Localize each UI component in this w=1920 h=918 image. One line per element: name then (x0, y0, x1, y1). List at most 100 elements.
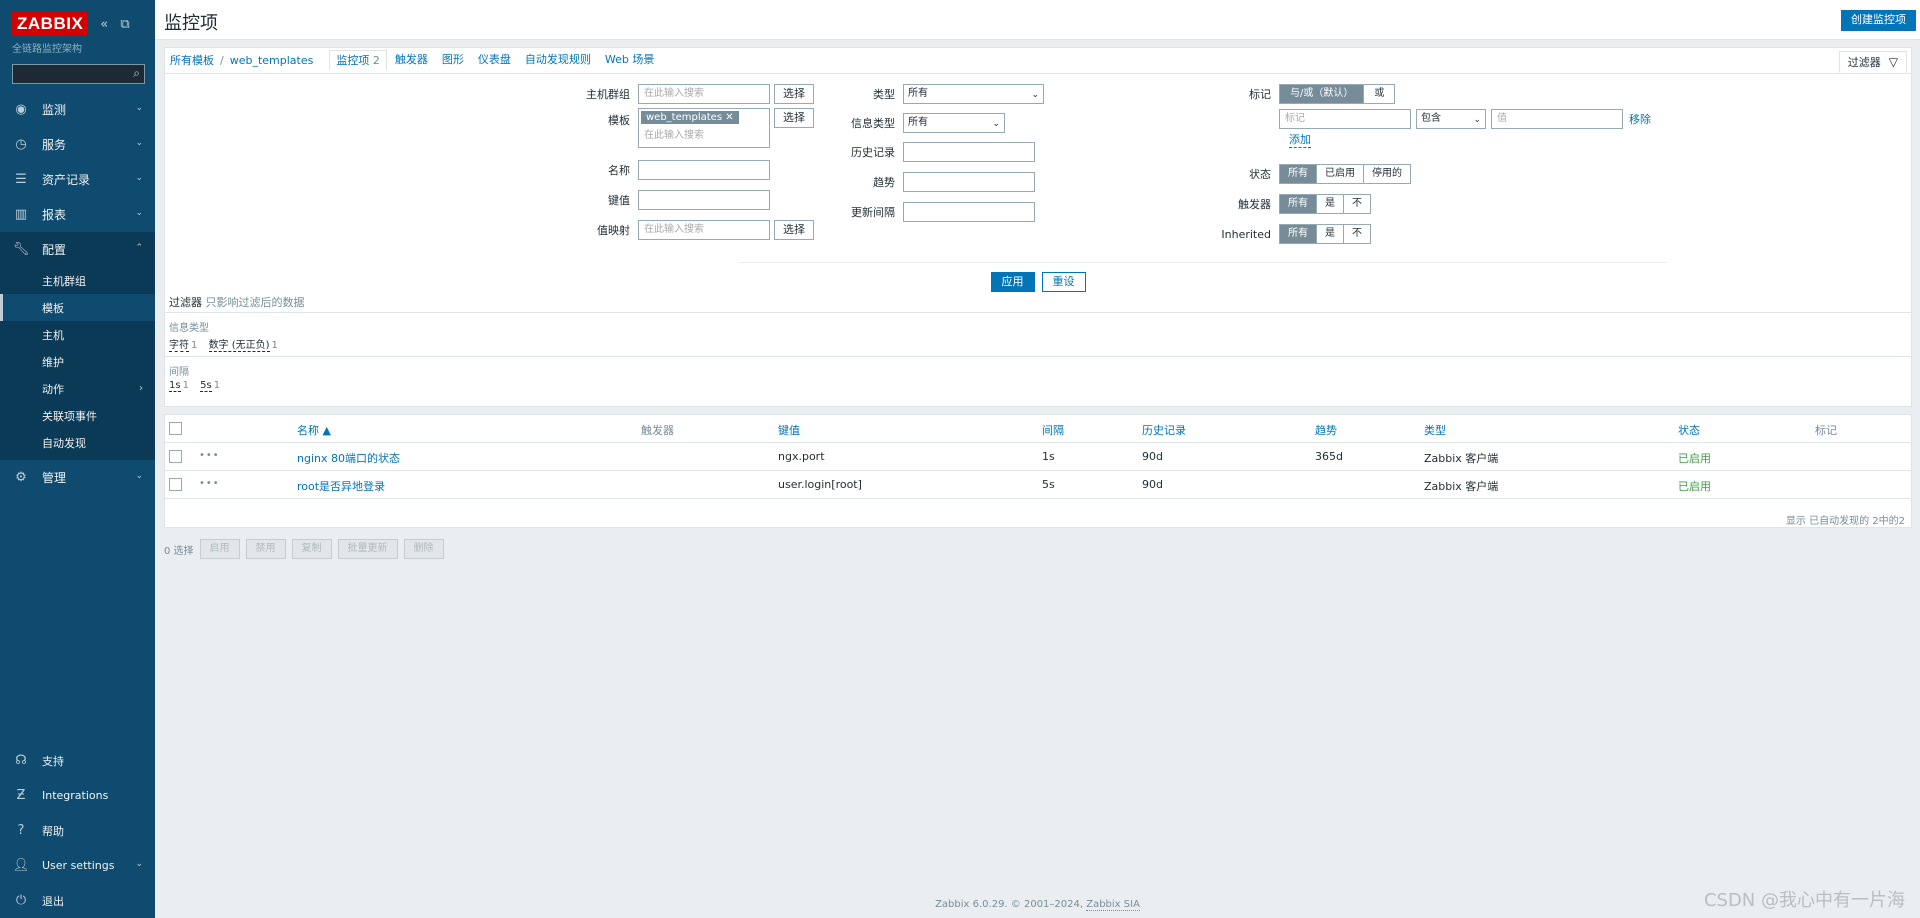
more-actions-icon[interactable]: ••• (199, 450, 220, 461)
tab-discovery-rules[interactable]: 自动发现规则 (519, 50, 597, 70)
apply-button[interactable]: 应用 (990, 272, 1035, 292)
key-row: 键值 (565, 189, 770, 211)
tab-dashboards[interactable]: 仪表盘 (472, 50, 517, 70)
subfilter-value-link[interactable]: 字符 (169, 340, 189, 352)
inherited-no-option[interactable]: 不 (1343, 225, 1370, 243)
triggers-all-option[interactable]: 所有 (1280, 195, 1316, 213)
host-groups-select-button[interactable]: 选择 (774, 84, 814, 104)
trends-input[interactable] (903, 172, 1035, 192)
state-all-option[interactable]: 所有 (1280, 165, 1316, 183)
item-name-link[interactable]: nginx 80端口的状态 (297, 450, 400, 466)
state-disabled-option[interactable]: 停用的 (1363, 165, 1410, 183)
row-checkbox[interactable] (169, 450, 182, 463)
inherited-row: Inherited 所有 是 不 (1205, 223, 1371, 245)
menu-monitoring[interactable]: ◉ 监测 ⌄ (0, 92, 155, 127)
column-name[interactable]: 名称 ▲ (297, 422, 331, 438)
sidebar-search-input[interactable]: ⌕ (12, 64, 145, 84)
breadcrumb-all-templates[interactable]: 所有模板 (170, 52, 214, 68)
collapse-sidebar-icon[interactable]: « ⧉ (100, 17, 133, 32)
value-map-row: 值映射 在此输入搜索 选择 (565, 219, 814, 241)
menu-services[interactable]: ◷ 服务 ⌄ (0, 127, 155, 162)
zabbix-logo[interactable]: ZABBIX (12, 12, 89, 36)
mass-disable-button[interactable]: 禁用 (245, 539, 286, 559)
table-row: ••• root是否异地登录 user.login[root] 5s 90d Z… (165, 471, 1911, 499)
footer-link[interactable]: Zabbix SIA (1086, 899, 1140, 911)
column-trends[interactable]: 趋势 (1315, 422, 1337, 438)
state-enabled-option[interactable]: 已启用 (1316, 165, 1363, 183)
menu-user-settings[interactable]: 👤︎ User settings ⌄ (0, 848, 155, 883)
menu-support[interactable]: ☊ 支持 (0, 743, 155, 778)
reset-button[interactable]: 重设 (1041, 272, 1086, 292)
remove-chip-icon[interactable]: ✕ (725, 112, 733, 123)
template-chip[interactable]: web_templates ✕ (641, 111, 739, 124)
subfilter-value-link[interactable]: 数字 (无正负) (208, 340, 270, 352)
column-key[interactable]: 键值 (778, 422, 800, 438)
filter-toggle-tab[interactable]: 过滤器 ▽ (1838, 51, 1907, 73)
inherited-all-option[interactable]: 所有 (1280, 225, 1316, 243)
tag-operator-select[interactable]: 包含 ⌄ (1416, 109, 1486, 129)
templates-select-button[interactable]: 选择 (774, 108, 814, 128)
search-icon[interactable]: ⌕ (133, 66, 140, 81)
menu-help[interactable]: ? 帮助 (0, 813, 155, 848)
headset-icon: ☊ (15, 753, 27, 768)
submenu-maintenance[interactable]: 维护 (0, 348, 155, 375)
tag-value-input[interactable]: 值 (1491, 109, 1623, 129)
inherited-yes-option[interactable]: 是 (1316, 225, 1343, 243)
triggers-no-option[interactable]: 不 (1343, 195, 1370, 213)
column-triggers: 触发器 (641, 424, 674, 437)
select-all-checkbox[interactable] (169, 422, 182, 435)
submenu-event-correlation[interactable]: 关联项事件 (0, 402, 155, 429)
more-actions-icon[interactable]: ••• (199, 478, 220, 489)
value-map-select-button[interactable]: 选择 (774, 220, 814, 240)
column-type[interactable]: 类型 (1424, 422, 1446, 438)
mass-enable-button[interactable]: 启用 (199, 539, 240, 559)
submenu-host-groups[interactable]: 主机群组 (0, 267, 155, 294)
mass-update-button[interactable]: 批量更新 (337, 539, 398, 559)
submenu-actions[interactable]: 动作 › (0, 375, 155, 402)
state-toggle: 所有 已启用 停用的 (1279, 164, 1411, 184)
value-map-input[interactable]: 在此输入搜索 (638, 220, 770, 240)
update-interval-input[interactable] (903, 202, 1035, 222)
history-input[interactable] (903, 142, 1035, 162)
tag-input[interactable]: 标记 (1279, 109, 1411, 129)
subfilter-value-link[interactable]: 1s (169, 380, 181, 392)
submenu-hosts[interactable]: 主机 (0, 321, 155, 348)
menu-administration[interactable]: ⚙ 管理 ⌄ (0, 460, 155, 495)
create-item-button[interactable]: 创建监控项 (1841, 10, 1916, 31)
host-groups-input[interactable]: 在此输入搜索 (638, 84, 770, 104)
remove-tag-link[interactable]: 移除 (1629, 111, 1651, 127)
info-type-select[interactable]: 所有 ⌄ (903, 113, 1005, 133)
menu-integrations[interactable]: Ƶ Integrations (0, 778, 155, 813)
breadcrumb-template[interactable]: web_templates (230, 54, 314, 67)
name-input[interactable] (638, 160, 770, 180)
item-name-link[interactable]: root是否异地登录 (297, 478, 385, 494)
item-status-link[interactable]: 已启用 (1678, 450, 1711, 466)
menu-sign-out[interactable]: ⏻ 退出 (0, 883, 155, 918)
tags-and-or-option[interactable]: 与/或（默认） (1280, 85, 1364, 103)
menu-inventory[interactable]: ☰ 资产记录 ⌄ (0, 162, 155, 197)
submenu-templates[interactable]: 模板 (0, 294, 155, 321)
row-checkbox[interactable] (169, 478, 182, 491)
key-input[interactable] (638, 190, 770, 210)
type-select[interactable]: 所有 ⌄ (903, 84, 1044, 104)
add-tag-link[interactable]: 添加 (1289, 131, 1311, 148)
column-status[interactable]: 状态 (1678, 422, 1700, 438)
templates-placeholder[interactable]: 在此输入搜索 (639, 126, 769, 141)
menu-reports[interactable]: ▥ 报表 ⌄ (0, 197, 155, 232)
mass-copy-button[interactable]: 复制 (291, 539, 332, 559)
column-interval[interactable]: 间隔 (1042, 422, 1064, 438)
templates-multiselect[interactable]: web_templates ✕ 在此输入搜索 (638, 108, 770, 148)
subfilter-value-link[interactable]: 5s (200, 380, 212, 392)
item-status-link[interactable]: 已启用 (1678, 478, 1711, 494)
tab-items[interactable]: 监控项 2 (329, 50, 387, 70)
tab-graphs[interactable]: 图形 (436, 50, 470, 70)
triggers-yes-option[interactable]: 是 (1316, 195, 1343, 213)
tab-web-scenarios[interactable]: Web 场景 (599, 50, 660, 70)
menu-configuration[interactable]: 🔧︎ 配置 ⌃ (0, 232, 155, 267)
host-groups-label: 主机群组 (586, 88, 630, 101)
mass-delete-button[interactable]: 删除 (403, 539, 444, 559)
tab-triggers[interactable]: 触发器 (389, 50, 434, 70)
tags-or-option[interactable]: 或 (1363, 85, 1395, 103)
column-history[interactable]: 历史记录 (1142, 422, 1186, 438)
submenu-discovery[interactable]: 自动发现 (0, 429, 155, 456)
